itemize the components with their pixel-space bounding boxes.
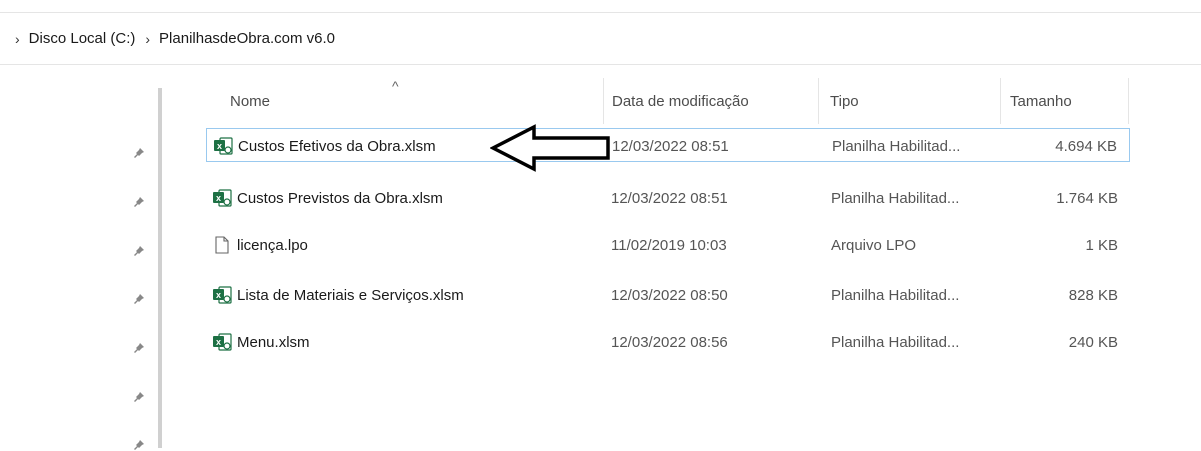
column-header-row: ^ Nome Data de modificação Tipo Tamanho [206,78,1130,124]
pin-icon[interactable] [133,147,145,159]
navigation-pane-scrollbar[interactable] [158,88,162,448]
file-row[interactable]: x Custos Efetivos da Obra.xlsm 12/03/202… [206,128,1130,162]
file-row[interactable]: licença.lpo 11/02/2019 10:03 Arquivo LPO… [206,228,1130,262]
excel-macro-icon: x [213,286,232,304]
svg-text:x: x [217,141,222,151]
column-header-size[interactable]: Tamanho [1002,78,1128,124]
excel-macro-icon: x [214,137,233,155]
pin-icon[interactable] [133,293,145,305]
column-separator[interactable] [1000,78,1001,124]
file-date: 11/02/2019 10:03 [611,236,727,254]
quick-access-pins [0,65,160,451]
file-size: 4.694 KB [1055,137,1117,155]
top-strip [0,0,1201,13]
pin-icon[interactable] [133,439,145,451]
chevron-right-icon[interactable]: › [15,31,20,47]
file-name-cell: x Custos Efetivos da Obra.xlsm [213,129,436,163]
file-size: 828 KB [1068,286,1118,304]
annotation-arrow-icon [490,124,610,172]
chevron-right-icon[interactable]: › [145,31,150,47]
svg-text:x: x [216,337,221,347]
file-name-cell: x Menu.xlsm [212,325,310,359]
file-row[interactable]: x Menu.xlsm 12/03/2022 08:56 Planilha Ha… [206,325,1130,359]
pin-icon[interactable] [133,196,145,208]
pin-icon[interactable] [133,391,145,403]
file-name: Custos Efetivos da Obra.xlsm [238,137,436,155]
file-date: 12/03/2022 08:51 [612,137,729,155]
column-header-date[interactable]: Data de modificação [604,78,819,124]
svg-text:x: x [216,290,221,300]
file-date: 12/03/2022 08:51 [611,189,728,207]
file-size: 1.764 KB [1056,189,1118,207]
column-separator[interactable] [1128,78,1129,124]
file-name-cell: x Custos Previstos da Obra.xlsm [212,181,443,215]
file-name: licença.lpo [237,236,308,254]
file-size: 1 KB [1085,236,1118,254]
file-name: Menu.xlsm [237,333,310,351]
file-name: Custos Previstos da Obra.xlsm [237,189,443,207]
file-row[interactable]: x Lista de Materiais e Serviços.xlsm 12/… [206,278,1130,312]
column-header-name[interactable]: Nome [222,78,602,124]
file-type: Planilha Habilitad... [831,189,960,207]
svg-text:x: x [216,193,221,203]
breadcrumb-item-drive[interactable]: Disco Local (C:) [29,30,136,47]
file-type: Planilha Habilitad... [831,333,960,351]
excel-macro-icon: x [213,333,232,351]
breadcrumb-item-folder[interactable]: PlanilhasdeObra.com v6.0 [159,30,335,47]
file-date: 12/03/2022 08:50 [611,286,728,304]
file-row[interactable]: x Custos Previstos da Obra.xlsm 12/03/20… [206,181,1130,215]
file-date: 12/03/2022 08:56 [611,333,728,351]
file-name-cell: x Lista de Materiais e Serviços.xlsm [212,278,464,312]
pin-icon[interactable] [133,245,145,257]
generic-file-icon [215,236,229,254]
column-header-type[interactable]: Tipo [822,78,1000,124]
file-name-cell: licença.lpo [212,228,308,262]
file-type: Planilha Habilitad... [831,286,960,304]
file-size: 240 KB [1068,333,1118,351]
file-type: Planilha Habilitad... [832,137,961,155]
excel-macro-icon: x [213,189,232,207]
file-name: Lista de Materiais e Serviços.xlsm [237,286,464,304]
file-type: Arquivo LPO [831,236,917,254]
breadcrumb: › Disco Local (C:) › PlanilhasdeObra.com… [0,13,1201,65]
column-separator[interactable] [818,78,819,124]
pin-icon[interactable] [133,342,145,354]
